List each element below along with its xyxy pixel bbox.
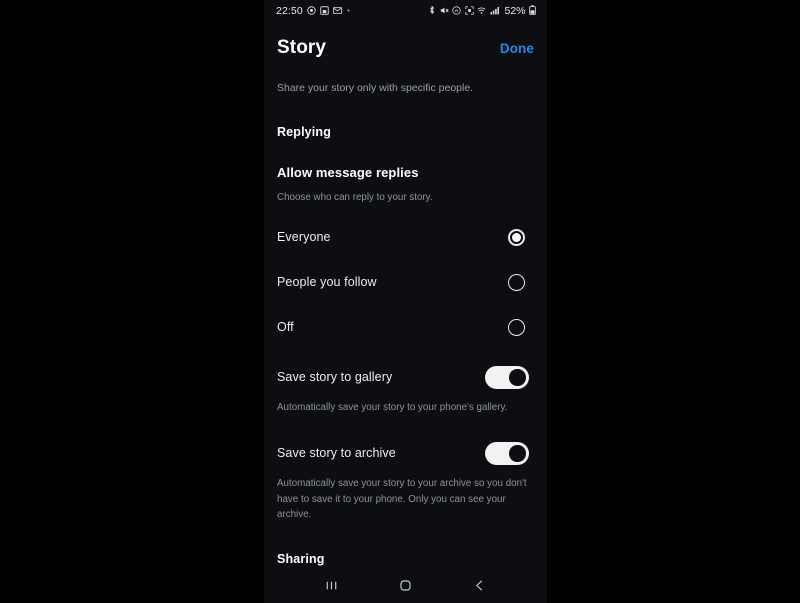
screen-record-icon bbox=[465, 2, 474, 20]
status-bar-left: 22:50 bbox=[276, 2, 351, 20]
recents-icon bbox=[324, 578, 339, 598]
toggle-switch-save-story-to-archive[interactable] bbox=[485, 441, 529, 465]
group-title-allow-message-replies: Allow message replies bbox=[277, 165, 419, 181]
page-header: Story Done bbox=[277, 37, 534, 59]
mute-icon bbox=[440, 2, 449, 20]
radio-label-people-you-follow: People you follow bbox=[277, 275, 377, 290]
done-button[interactable]: Done bbox=[500, 41, 534, 57]
settings-gear-icon bbox=[307, 2, 316, 20]
screenshot-root: 22:50 52% Story Done Share your story on… bbox=[0, 0, 800, 603]
toggle-row-save-story-to-gallery[interactable]: Save story to gallery bbox=[277, 365, 534, 389]
wifi-icon bbox=[477, 2, 486, 20]
status-bar-clock: 22:50 bbox=[276, 4, 303, 17]
status-bar: 22:50 52% bbox=[264, 0, 547, 22]
home-button[interactable] bbox=[388, 576, 422, 600]
home-icon bbox=[398, 578, 413, 598]
recents-button[interactable] bbox=[314, 576, 348, 600]
page-subtitle: Share your story only with specific peop… bbox=[277, 81, 474, 94]
radio-row-people-you-follow[interactable]: People you follow bbox=[277, 270, 534, 294]
back-button[interactable] bbox=[463, 576, 497, 600]
radio-button-everyone[interactable] bbox=[508, 228, 525, 246]
radio-row-everyone[interactable]: Everyone bbox=[277, 225, 534, 249]
group-subtitle-allow-message-replies: Choose who can reply to your story. bbox=[277, 192, 433, 204]
bluetooth-icon bbox=[428, 2, 436, 20]
radio-label-off: Off bbox=[277, 320, 294, 335]
toggle-row-save-story-to-archive[interactable]: Save story to archive bbox=[277, 441, 534, 465]
radio-button-people-you-follow[interactable] bbox=[508, 273, 525, 291]
nfc-icon bbox=[452, 2, 462, 20]
phone-screen: 22:50 52% Story Done Share your story on… bbox=[264, 0, 547, 603]
settings-scroll-area[interactable]: Story Done Share your story only with sp… bbox=[264, 22, 547, 572]
battery-icon bbox=[529, 2, 536, 20]
status-bar-right: 52% bbox=[428, 2, 536, 20]
section-header-sharing: Sharing bbox=[277, 551, 325, 566]
radio-row-off[interactable]: Off bbox=[277, 315, 534, 339]
toggle-knob bbox=[509, 368, 526, 386]
cellular-signal-icon bbox=[490, 2, 500, 20]
toggle-label-save-story-to-gallery: Save story to gallery bbox=[277, 370, 393, 385]
radio-label-everyone: Everyone bbox=[277, 230, 331, 245]
mail-icon bbox=[332, 2, 342, 20]
android-navigation-bar bbox=[264, 572, 547, 603]
toggle-label-save-story-to-archive: Save story to archive bbox=[277, 446, 396, 461]
dot-icon bbox=[346, 2, 351, 20]
toggle-description-save-story-to-gallery: Automatically save your story to your ph… bbox=[277, 402, 508, 414]
battery-percent-label: 52% bbox=[504, 4, 526, 17]
toggle-knob bbox=[509, 445, 526, 462]
radio-button-off[interactable] bbox=[508, 318, 525, 336]
save-floppy-icon bbox=[320, 2, 329, 20]
radio-dot bbox=[512, 232, 521, 242]
toggle-description-save-story-to-archive: Automatically save your story to your ar… bbox=[277, 478, 527, 520]
page-title: Story bbox=[277, 37, 327, 58]
back-icon bbox=[472, 578, 487, 598]
section-header-replying: Replying bbox=[277, 125, 331, 140]
toggle-switch-save-story-to-gallery[interactable] bbox=[485, 365, 529, 389]
